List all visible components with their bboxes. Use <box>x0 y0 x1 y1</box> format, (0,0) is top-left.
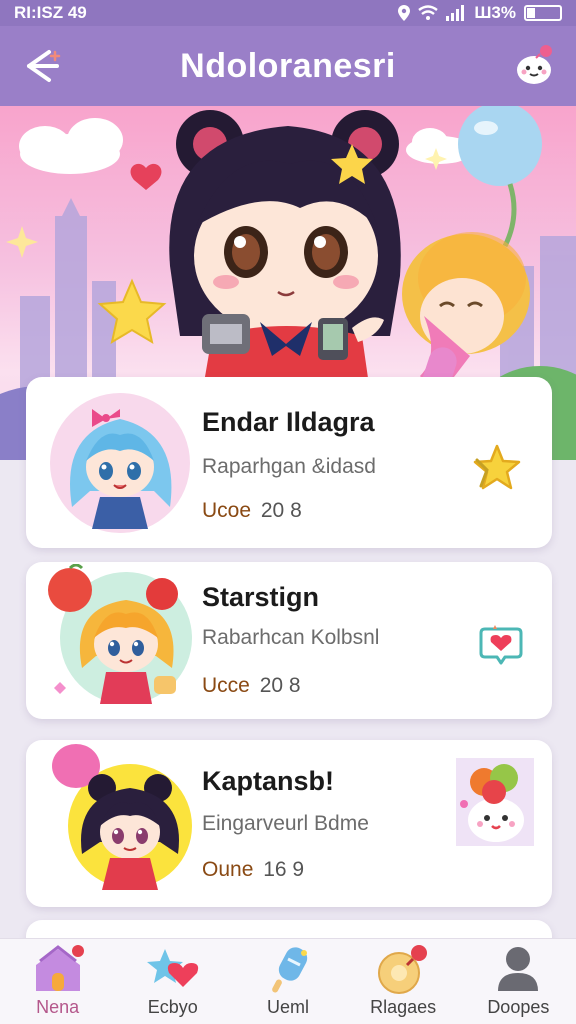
card-name: Kaptansb! <box>202 766 335 796</box>
nav-label: Nena <box>36 997 80 1017</box>
location-icon <box>398 5 411 21</box>
battery-percent: Ш3% <box>474 3 516 22</box>
card-meta-value: 20 8 <box>260 499 302 522</box>
status-icons: Ш3% <box>398 3 562 23</box>
snowman-icon <box>456 758 534 846</box>
bottom-navigation: Nena Ecbyo Ueml Rlagaes Doopes <box>0 938 576 1024</box>
card-name: Endar Ildagra <box>202 407 375 437</box>
nav-label: Rlagaes <box>370 997 437 1017</box>
card-subtitle: Eingarveurl Bdme <box>202 812 369 835</box>
nav-item-treats[interactable]: Ueml <box>238 939 338 1024</box>
cookie-icon <box>378 945 428 994</box>
mascot-icon <box>517 45 552 84</box>
companion-button[interactable] <box>456 758 534 846</box>
nav-label: Ecbyo <box>147 997 198 1017</box>
heart-icon <box>130 163 162 190</box>
orange-hair-girl-icon <box>48 564 192 704</box>
character-card[interactable]: Endar Ildagra Raparhgan &idasd Ucoe 20 8 <box>26 377 552 548</box>
card-name: Starstign <box>202 582 320 612</box>
nav-label: Ueml <box>266 997 309 1017</box>
card-meta-label: Ucce <box>202 674 250 697</box>
card-subtitle: Rabarhcan Kolbsnl <box>202 626 380 649</box>
cloud-icon <box>19 118 123 174</box>
card-meta: Ucce 20 8 <box>202 674 301 698</box>
nav-label: Doopes <box>487 997 550 1017</box>
nav-item-games[interactable]: Rlagaes <box>353 939 453 1024</box>
card-meta: Ucoe 20 8 <box>202 499 302 523</box>
card-meta: Oune 16 9 <box>202 858 304 882</box>
back-arrow-icon <box>27 50 61 82</box>
sparkle-icon <box>6 226 38 258</box>
card-meta-value: 20 8 <box>259 674 301 697</box>
house-icon <box>35 945 84 991</box>
app-bar: Ndoloranesri <box>0 26 576 106</box>
message-button[interactable] <box>472 614 530 672</box>
person-icon <box>498 947 539 991</box>
character-card[interactable]: Starstign Rabarhcan Kolbsnl Ucce 20 8 <box>26 562 552 719</box>
mascot-button[interactable] <box>510 40 560 90</box>
battery-icon <box>524 5 562 21</box>
nav-item-profile[interactable]: Doopes <box>468 939 568 1024</box>
wifi-icon <box>418 5 439 20</box>
page-title: Ndoloranesri <box>180 46 396 85</box>
back-button[interactable] <box>18 44 66 88</box>
nav-item-favorites[interactable]: Ecbyo <box>123 939 223 1024</box>
nav-item-home[interactable]: Nena <box>8 939 108 1024</box>
balloon-icon <box>458 106 542 248</box>
character-card[interactable]: Kaptansb! Eingarveurl Bdme Oune 16 9 <box>26 740 552 907</box>
blue-hair-girl-icon <box>50 393 190 533</box>
popsicle-icon <box>272 947 308 993</box>
main-character-illustration <box>169 110 401 406</box>
favorite-button[interactable] <box>466 439 524 497</box>
star-icon <box>473 444 521 490</box>
status-bar: RI:ISZ 49 Ш3% <box>0 0 576 26</box>
card-meta-label: Oune <box>202 858 254 881</box>
card-meta-label: Ucoe <box>202 499 252 522</box>
dark-hair-girl-icon <box>52 744 192 890</box>
signal-icon <box>446 5 465 21</box>
card-subtitle: Raparhgan &idasd <box>202 455 376 478</box>
card-meta-value: 16 9 <box>263 858 305 881</box>
heart-chat-icon <box>479 625 523 665</box>
hearts-icon <box>146 949 198 987</box>
status-time: RI:ISZ 49 <box>14 3 87 22</box>
